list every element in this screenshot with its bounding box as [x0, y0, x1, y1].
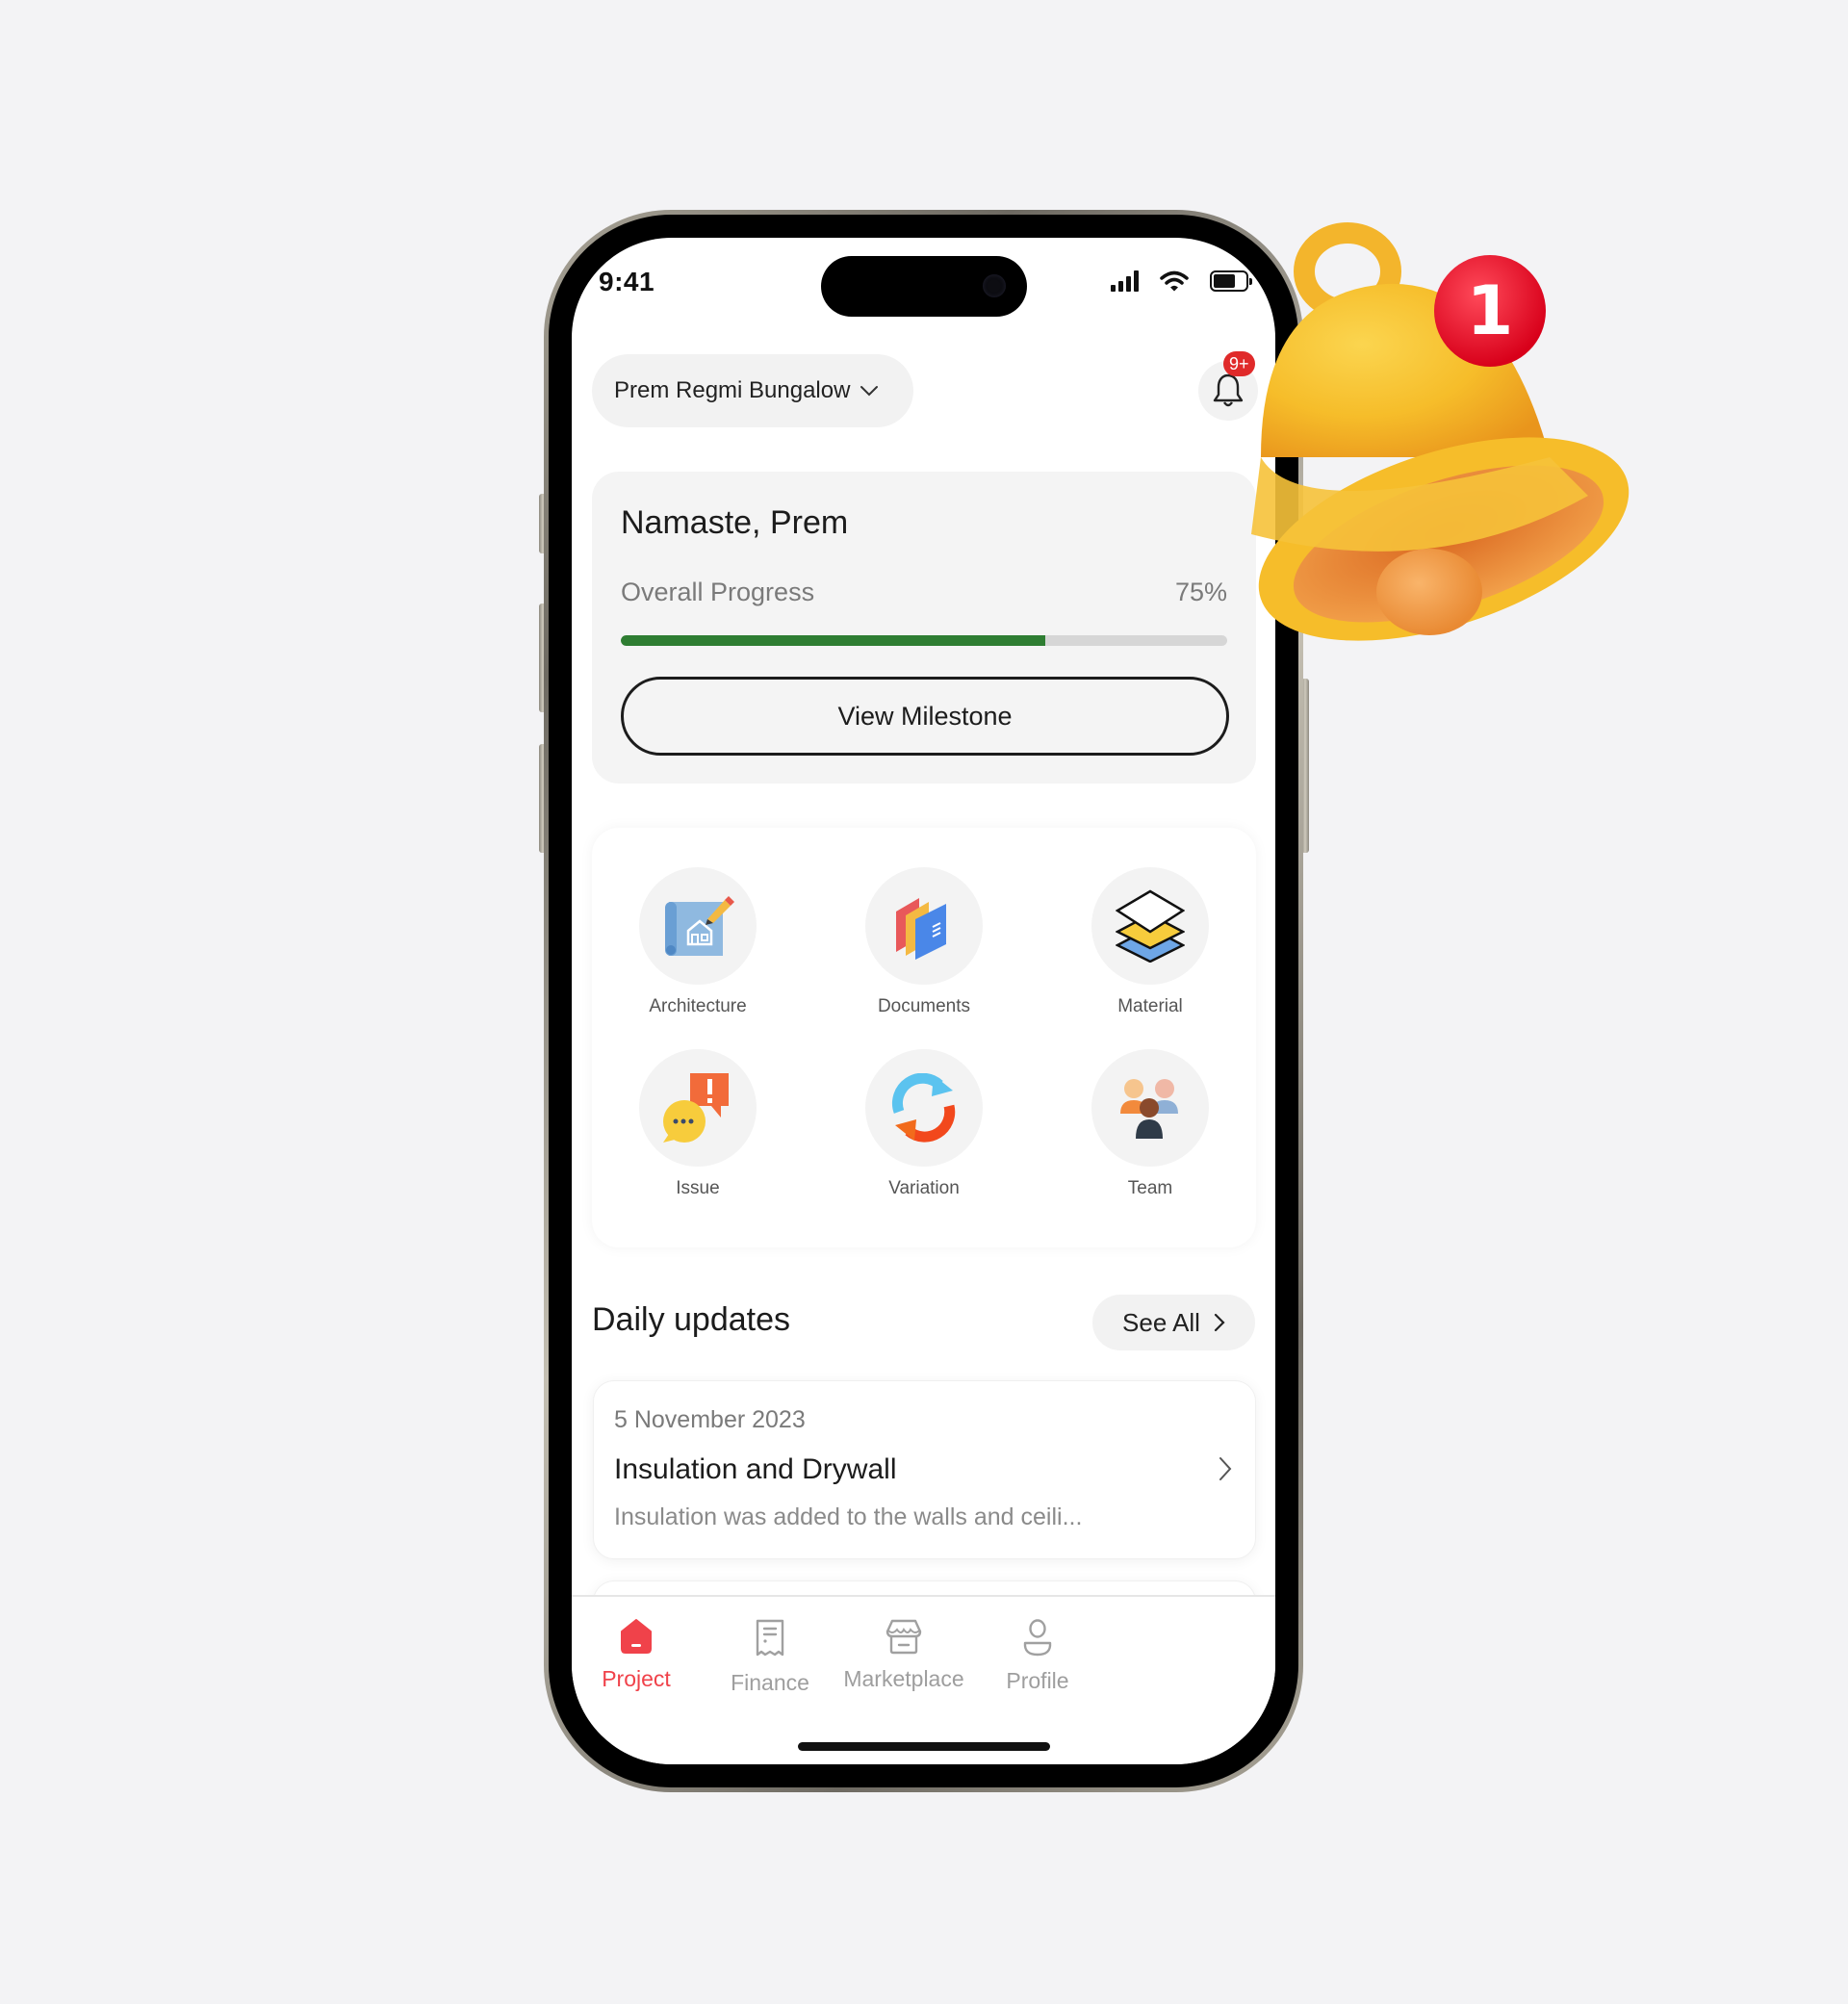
team-icon	[1120, 1079, 1178, 1139]
folders-icon	[896, 898, 946, 960]
update-date: 5 November 2023	[614, 1406, 806, 1433]
tab-label: Marketplace	[843, 1666, 964, 1691]
daily-update-item[interactable]: 5 November 2023 Insulation and Drywall I…	[593, 1380, 1256, 1559]
user-icon	[1023, 1619, 1052, 1657]
progress-card: Namaste, Prem Overall Progress 75% View …	[592, 472, 1256, 784]
store-icon	[886, 1619, 922, 1655]
quick-action-architecture[interactable]: Architecture	[621, 867, 775, 1017]
blueprint-icon	[665, 896, 734, 956]
update-description: Insulation was added to the walls and ce…	[614, 1503, 1083, 1530]
status-icons	[1111, 270, 1252, 292]
progress-bar	[621, 635, 1227, 646]
view-milestone-button[interactable]: View Milestone	[621, 677, 1229, 756]
cellular-signal-icon	[1111, 270, 1139, 292]
home-indicator[interactable]	[798, 1742, 1050, 1751]
tab-label: Finance	[731, 1670, 809, 1695]
quick-action-issue[interactable]: Issue	[621, 1049, 775, 1199]
camera-icon	[983, 274, 1006, 297]
see-all-label: See All	[1122, 1307, 1200, 1337]
see-all-button[interactable]: See All	[1092, 1295, 1255, 1350]
layers-icon	[1116, 889, 1185, 963]
progress-value: 75%	[1174, 578, 1227, 606]
quick-action-material[interactable]: Material	[1073, 867, 1227, 1017]
quick-action-team[interactable]: Team	[1073, 1049, 1227, 1199]
chevron-right-icon	[1219, 1457, 1232, 1480]
tab-label: Project	[602, 1666, 671, 1691]
quick-action-label: Material	[1117, 996, 1183, 1016]
quick-action-label: Variation	[888, 1178, 960, 1198]
quick-action-variation[interactable]: Variation	[847, 1049, 1001, 1199]
receipt-icon	[756, 1619, 784, 1657]
quick-action-label: Team	[1127, 1178, 1173, 1198]
chevron-down-icon	[860, 386, 879, 397]
progress-bar-fill	[621, 635, 1045, 646]
quick-actions-card: Architecture Documents Material Issue Va…	[592, 828, 1256, 1247]
tab-label: Profile	[1006, 1668, 1069, 1693]
quick-action-documents[interactable]: Documents	[847, 867, 1001, 1017]
progress-label: Overall Progress	[621, 578, 815, 606]
quick-action-label: Architecture	[649, 996, 747, 1016]
dynamic-island	[821, 256, 1027, 317]
bottom-tab-bar: Project Finance Marketplace Profile	[572, 1595, 1275, 1764]
notification-bell-illustration: 1	[1251, 222, 1630, 641]
wifi-icon	[1160, 270, 1189, 292]
update-title: Insulation and Drywall	[614, 1453, 897, 1485]
tab-profile[interactable]: Profile	[951, 1618, 1124, 1694]
refresh-arrows-icon	[891, 1073, 956, 1143]
daily-updates-title: Daily updates	[592, 1301, 791, 1338]
chevron-right-icon	[1214, 1313, 1225, 1332]
quick-action-label: Issue	[676, 1178, 720, 1198]
greeting: Namaste, Prem	[621, 504, 849, 541]
phone-frame: 9:41 Prem Regmi Bungalow 9+ Namaste, Pre…	[544, 210, 1303, 1792]
bell-icon	[1213, 373, 1244, 407]
app-screen: 9:41 Prem Regmi Bungalow 9+ Namaste, Pre…	[572, 238, 1275, 1764]
project-selector[interactable]: Prem Regmi Bungalow	[592, 354, 913, 427]
quick-action-label: Documents	[877, 996, 971, 1016]
bell-badge-count: 1	[1467, 271, 1514, 350]
status-time: 9:41	[599, 267, 655, 296]
home-icon	[621, 1619, 652, 1654]
project-name: Prem Regmi Bungalow	[614, 377, 851, 403]
chat-alert-icon	[663, 1073, 729, 1143]
